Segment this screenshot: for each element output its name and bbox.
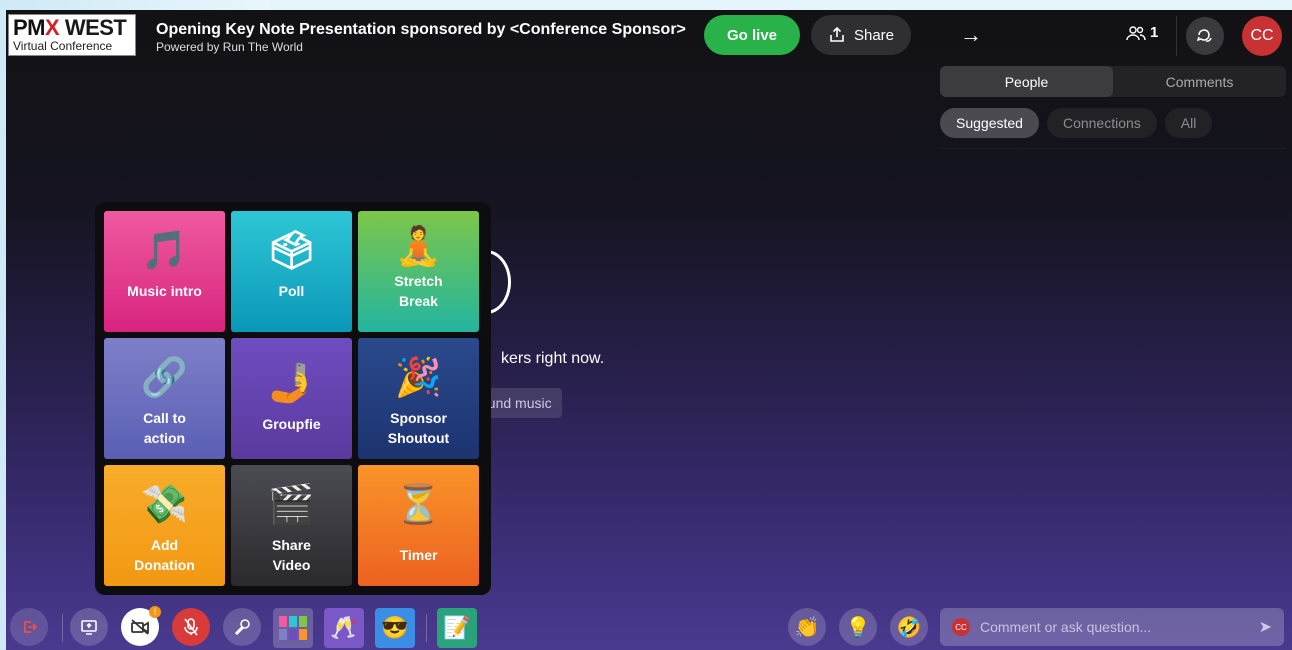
clapper-icon: 🎬 xyxy=(267,484,316,526)
people-panel: People Comments Suggested Connections Al… xyxy=(940,66,1286,138)
toolbar-divider xyxy=(62,614,63,642)
header-divider xyxy=(1176,16,1177,56)
notes-button[interactable]: 📝 xyxy=(437,608,477,648)
toast-glasses-icon: 🥂 xyxy=(330,615,358,640)
tile-label: Stretch Break xyxy=(394,273,443,309)
logo-text-pm: PM xyxy=(13,15,46,40)
chip-suggested[interactable]: Suggested xyxy=(940,108,1039,138)
emoji-faces-icon: 😎 xyxy=(381,615,409,640)
screen-share-button[interactable] xyxy=(70,608,108,646)
selfie-icon: 🤳 xyxy=(267,363,316,405)
mic-off-icon xyxy=(184,618,198,636)
share-upload-icon xyxy=(830,26,844,42)
comment-input[interactable] xyxy=(980,619,1259,635)
emoji-reactions-button[interactable]: 😎 xyxy=(375,608,415,648)
money-wings-icon: 💸 xyxy=(140,484,189,526)
tile-label: Timer xyxy=(399,547,438,563)
tile-label: Music intro xyxy=(127,283,202,299)
exit-icon xyxy=(24,621,37,633)
share-label: Share xyxy=(853,26,895,44)
conference-logo: PMX WEST Virtual Conference xyxy=(8,14,136,56)
engagement-tools-menu: 🎵 Music intro 🗳 Poll 🧘 Stretch Break 🔗 C… xyxy=(95,202,491,595)
powered-by-text: Powered by Run The World xyxy=(156,40,303,54)
lightbulb-icon: 💡 xyxy=(845,616,871,639)
chip-all[interactable]: All xyxy=(1164,108,1213,138)
tab-people[interactable]: People xyxy=(940,66,1113,97)
karaoke-button[interactable] xyxy=(223,608,261,646)
link-icon: 🔗 xyxy=(140,357,189,399)
tile-groupfie[interactable]: 🤳 Groupfie xyxy=(231,338,352,459)
top-bar: PMX WEST Virtual Conference Opening Key … xyxy=(6,10,1292,62)
celebrate-button[interactable]: 🥂 xyxy=(324,608,364,648)
tile-sponsor-shoutout[interactable]: 🎉 Sponsor Shoutout xyxy=(358,338,479,459)
mic-button[interactable] xyxy=(172,608,210,646)
tile-stretch-break[interactable]: 🧘 Stretch Break xyxy=(358,211,479,332)
session-title-block: Opening Key Note Presentation sponsored … xyxy=(156,20,686,55)
tile-label: Poll xyxy=(278,283,305,299)
leave-button[interactable] xyxy=(10,608,48,646)
panel-divider xyxy=(940,148,1286,149)
stage-message: kers right now. xyxy=(501,350,605,367)
engagement-tools-button[interactable] xyxy=(273,608,313,648)
tile-music-intro[interactable]: 🎵 Music intro xyxy=(104,211,225,332)
tile-share-video[interactable]: 🎬 Share Video xyxy=(231,465,352,586)
microphone-icon xyxy=(234,619,250,636)
people-filter-chips: Suggested Connections All xyxy=(940,108,1286,138)
event-stage-app: PMX WEST Virtual Conference Opening Key … xyxy=(6,10,1292,650)
send-icon[interactable]: ➤ xyxy=(1259,617,1272,637)
party-popper-icon: 🎉 xyxy=(394,357,443,399)
yoga-icon: 🧘 xyxy=(394,226,443,268)
arrow-right-icon[interactable]: → xyxy=(956,20,986,50)
tile-add-donation[interactable]: 💸 Add Donation xyxy=(104,465,225,586)
tile-timer[interactable]: ⏳ Timer xyxy=(358,465,479,586)
laughing-face-icon: 🤣 xyxy=(896,616,922,639)
logo-text-west: WEST xyxy=(64,15,127,40)
bottom-toolbar: ! 🥂 😎 📝 👏 💡 🤣 CC Comment or ask question… xyxy=(6,606,1292,650)
go-live-button[interactable]: Go live xyxy=(704,15,800,55)
panel-tabs: People Comments xyxy=(940,66,1286,97)
tools-grid-icon xyxy=(279,616,307,640)
comment-avatar: CC xyxy=(952,618,970,636)
toolbar-divider xyxy=(426,614,427,642)
tile-label: Add Donation xyxy=(134,537,195,573)
background-strip xyxy=(0,0,270,10)
camera-off-icon xyxy=(131,619,149,635)
camera-warning-badge: ! xyxy=(149,606,161,618)
attendee-count-value: 1 xyxy=(1150,24,1159,41)
tile-poll[interactable]: 🗳 Poll xyxy=(231,211,352,332)
reaction-laugh-button[interactable]: 🤣 xyxy=(890,608,928,646)
tile-label: Share Video xyxy=(272,537,311,573)
tab-comments[interactable]: Comments xyxy=(1113,66,1286,97)
screen-share-icon xyxy=(81,620,97,635)
comment-box: CC ➤ xyxy=(940,608,1284,646)
ballot-box-icon: 🗳 xyxy=(267,230,316,272)
tile-call-to-action[interactable]: 🔗 Call to action xyxy=(104,338,225,459)
tile-label: Sponsor Shoutout xyxy=(387,410,450,446)
logo-text-x: X xyxy=(45,15,60,40)
memo-icon: 📝 xyxy=(443,615,471,640)
chip-connections[interactable]: Connections xyxy=(1046,108,1157,138)
tile-label: Groupfie xyxy=(262,416,321,432)
chat-bubbles-icon xyxy=(1196,29,1212,42)
reaction-idea-button[interactable]: 💡 xyxy=(839,608,877,646)
music-note-icon: 🎵 xyxy=(140,230,189,272)
session-title: Opening Key Note Presentation sponsored … xyxy=(156,21,686,38)
logo-subtitle: Virtual Conference xyxy=(13,39,113,53)
share-button[interactable]: Share xyxy=(811,15,911,55)
people-icon xyxy=(1126,25,1146,40)
chat-button[interactable] xyxy=(1186,17,1224,55)
user-avatar[interactable]: CC xyxy=(1242,16,1282,56)
tile-label: Call to action xyxy=(143,410,186,446)
attendee-count[interactable]: 1 xyxy=(1126,24,1158,41)
camera-button[interactable]: ! xyxy=(121,606,161,646)
hourglass-icon: ⏳ xyxy=(394,484,443,526)
reaction-clap-button[interactable]: 👏 xyxy=(788,608,826,646)
clapping-hands-icon: 👏 xyxy=(794,616,820,639)
